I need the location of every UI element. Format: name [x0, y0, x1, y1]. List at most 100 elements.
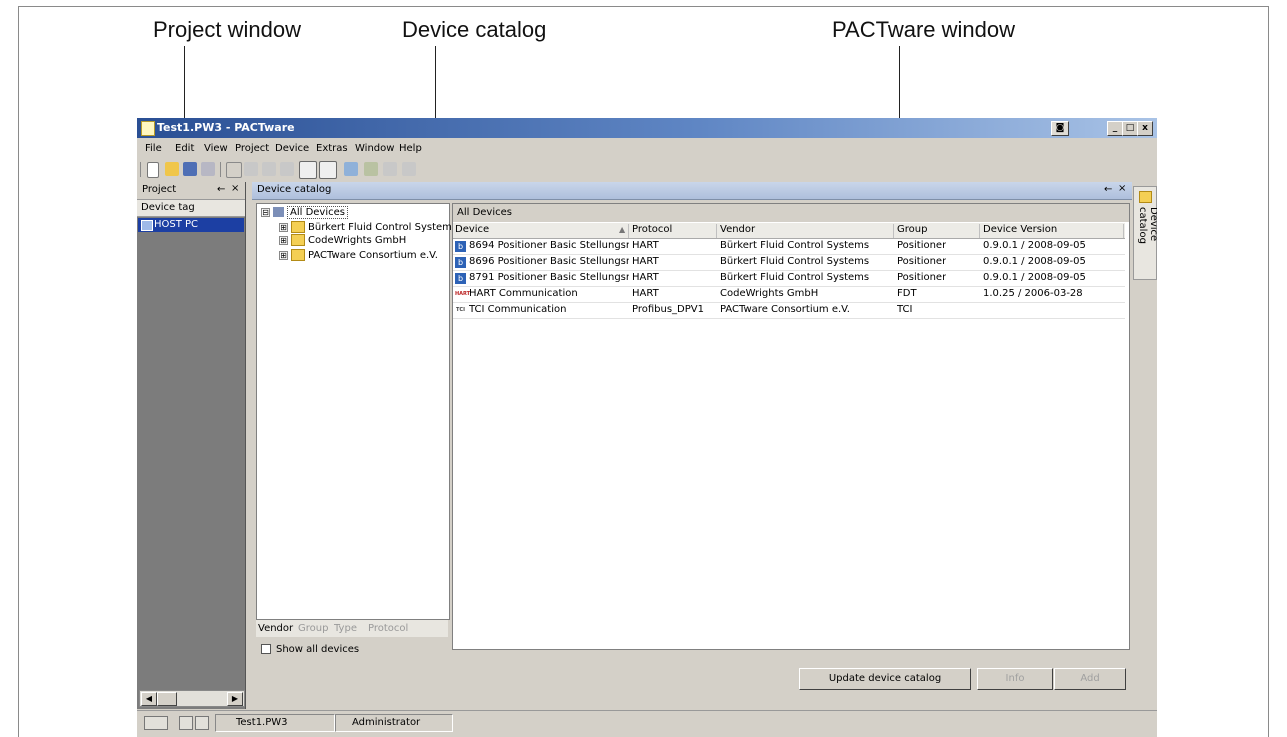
tree-node-burkert[interactable]: ⊞ Bürkert Fluid Control Systems	[279, 221, 457, 233]
table-row[interactable]: b 8791 Positioner Basic Stellungsregler …	[453, 271, 1125, 287]
scroll-right-button[interactable]: ▶	[227, 692, 243, 706]
project-close-icon[interactable]: ×	[231, 183, 239, 194]
maximize-button[interactable]: □	[1122, 121, 1138, 136]
device-remove-icon[interactable]	[262, 162, 276, 176]
table-row[interactable]: b 8696 Positioner Basic Stellungsregler …	[453, 255, 1125, 271]
menu-file[interactable]: File	[145, 143, 162, 154]
tree-root[interactable]: ⊟ All Devices	[261, 206, 348, 219]
device-tag-header[interactable]: Device tag	[137, 200, 245, 217]
status-user: Administrator	[335, 714, 453, 732]
device-add-icon[interactable]	[244, 162, 258, 176]
expand-icon[interactable]: ⊞	[279, 250, 288, 260]
row-group: Positioner	[897, 240, 947, 251]
print-icon[interactable]	[201, 162, 215, 176]
frame-top	[18, 6, 1269, 7]
menu-window[interactable]: Window	[355, 143, 394, 154]
topology-icon[interactable]	[383, 162, 397, 176]
row-version: 0.9.0.1 / 2008-09-05	[983, 256, 1086, 267]
column-device-version[interactable]: Device Version	[983, 224, 1124, 238]
tree-root-label: All Devices	[287, 206, 348, 219]
status-project-file: Test1.PW3	[215, 714, 335, 732]
device-state-icon	[195, 716, 209, 730]
minimize-button[interactable]: _	[1107, 121, 1123, 136]
save-icon[interactable]	[183, 162, 197, 176]
search-device-icon[interactable]	[344, 162, 358, 176]
expand-icon[interactable]: ⊞	[279, 235, 288, 245]
catalog-view-icon[interactable]	[319, 161, 337, 179]
show-all-checkbox-row[interactable]: Show all devices	[261, 644, 359, 655]
show-all-checkbox[interactable]	[261, 644, 271, 654]
table-row[interactable]: TCI TCI Communication Profibus_DPV1 PACT…	[453, 303, 1125, 319]
device-type-icon: b	[455, 257, 466, 268]
menu-extras[interactable]: Extras	[316, 143, 348, 154]
pactware-window: Test1.PW3 - PACTware ◙ _ □ x File Edit V…	[137, 118, 1157, 737]
column-protocol[interactable]: Protocol	[632, 224, 717, 238]
tree-node-label: CodeWrights GmbH	[308, 235, 407, 246]
table-row[interactable]: b 8694 Positioner Basic Stellungsregler …	[453, 239, 1125, 255]
column-vendor[interactable]: Vendor	[720, 224, 894, 238]
row-group: TCI	[897, 304, 913, 315]
device-catalog-title: Device catalog	[257, 184, 332, 195]
window-icon[interactable]	[226, 162, 242, 178]
help-icon[interactable]: ◙	[1051, 121, 1069, 136]
close-button[interactable]: x	[1137, 121, 1153, 136]
tree-node-codewrights[interactable]: ⊞ CodeWrights GmbH	[279, 234, 406, 246]
diagnose-icon[interactable]	[364, 162, 378, 176]
device-catalog-pane: Device catalog ← × ⊟ All Devices ⊞ Bürkert…	[252, 182, 1132, 709]
column-group[interactable]: Group	[897, 224, 980, 238]
computer-icon	[141, 220, 153, 231]
row-device: TCI Communication	[469, 304, 567, 315]
host-pc-item[interactable]: HOST PC	[138, 218, 244, 232]
menu-edit[interactable]: Edit	[175, 143, 194, 154]
menu-bar: File Edit View Project Device Extras Win…	[137, 140, 1157, 158]
row-device: 8791 Positioner Basic Stellungsregler	[469, 272, 629, 283]
device-catalog-side-tab[interactable]: Device catalog	[1133, 186, 1157, 280]
row-protocol: HART	[632, 240, 659, 251]
project-hscrollbar[interactable]: ◀ ▶	[139, 690, 245, 707]
catalog-pin-icon[interactable]: ←	[1104, 184, 1112, 195]
tab-type[interactable]: Type	[334, 623, 357, 634]
folder-icon	[291, 221, 305, 233]
column-device[interactable]: Device	[455, 224, 629, 238]
update-device-catalog-button[interactable]: Update device catalog	[799, 668, 971, 690]
tab-vendor[interactable]: Vendor	[258, 623, 293, 634]
tci-icon: TCI	[455, 305, 466, 316]
menu-help[interactable]: Help	[399, 143, 422, 154]
host-pc-label: HOST PC	[154, 219, 199, 230]
row-group: FDT	[897, 288, 917, 299]
menu-project[interactable]: Project	[235, 143, 269, 154]
new-document-icon[interactable]	[147, 162, 159, 178]
menu-view[interactable]: View	[204, 143, 228, 154]
row-vendor: Bürkert Fluid Control Systems	[720, 240, 870, 251]
collapse-icon[interactable]: ⊟	[261, 207, 270, 217]
title-bar[interactable]: Test1.PW3 - PACTware ◙ _ □ x	[137, 118, 1157, 138]
project-view-icon[interactable]	[299, 161, 317, 179]
expand-icon[interactable]: ⊞	[279, 222, 288, 232]
tree-node-pactware[interactable]: ⊞ PACTware Consortium e.V.	[279, 249, 438, 261]
row-group: Positioner	[897, 272, 947, 283]
open-folder-icon[interactable]	[165, 162, 179, 176]
device-type-icon: b	[455, 241, 466, 252]
tab-group[interactable]: Group	[298, 623, 328, 634]
scroll-left-button[interactable]: ◀	[141, 692, 157, 706]
menu-device[interactable]: Device	[275, 143, 309, 154]
tab-protocol[interactable]: Protocol	[368, 623, 408, 634]
scroll-thumb[interactable]	[157, 692, 177, 706]
info-button[interactable]: Info	[977, 668, 1053, 690]
device-type-icon: b	[455, 273, 466, 284]
device-list-header: Device ▲ Protocol Vendor Group Device Ve…	[453, 223, 1125, 239]
row-version: 0.9.0.1 / 2008-09-05	[983, 272, 1086, 283]
row-device: HART Communication	[469, 288, 578, 299]
table-row[interactable]: HART HART Communication HART CodeWrights…	[453, 287, 1125, 303]
add-button[interactable]: Add	[1054, 668, 1126, 690]
connect-icon[interactable]	[280, 162, 294, 176]
pin-icon[interactable]: ←	[217, 184, 225, 195]
catalog-icon	[1139, 191, 1152, 203]
leader-pactware-window	[899, 46, 900, 126]
network-icon[interactable]	[402, 162, 416, 176]
app-icon	[141, 121, 155, 136]
row-protocol: HART	[632, 288, 659, 299]
catalog-close-icon[interactable]: ×	[1118, 183, 1126, 194]
tree-tabs: Vendor Group Type Protocol	[256, 620, 448, 637]
device-list-caption: All Devices	[453, 204, 1129, 222]
